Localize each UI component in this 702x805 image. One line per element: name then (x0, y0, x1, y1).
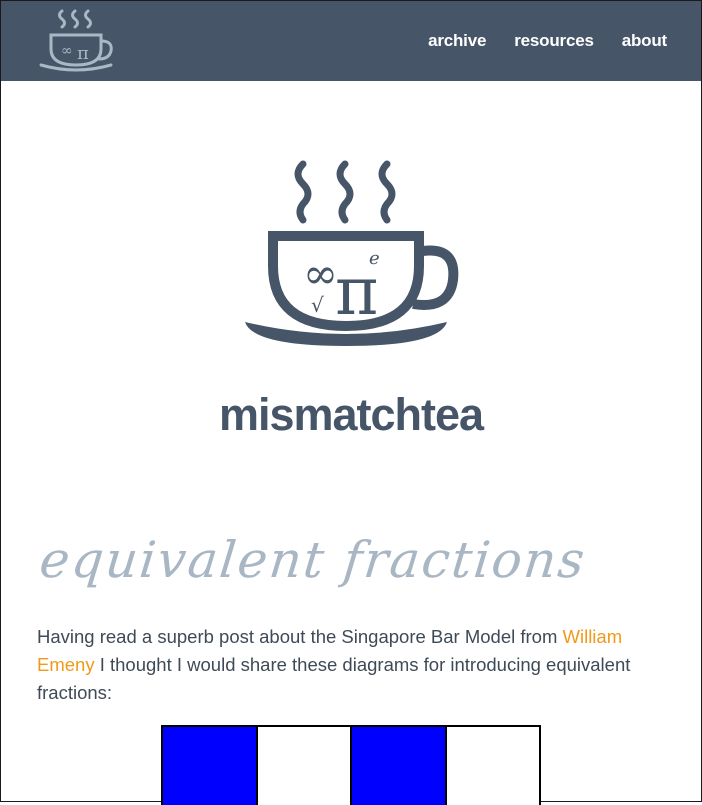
svg-text:∞: ∞ (303, 249, 338, 298)
teacup-logo-icon: ∞ π (39, 9, 113, 72)
nav-resources-link[interactable]: resources (514, 31, 594, 51)
post-intro-paragraph: Having read a superb post about the Sing… (37, 623, 667, 707)
shaded-fraction-cell (352, 727, 447, 805)
nav-about-link[interactable]: about (622, 31, 667, 51)
svg-text:√: √ (311, 293, 324, 317)
shaded-fraction-cell (163, 727, 258, 805)
fraction-bar-diagram (161, 725, 541, 805)
site-title: mismatchtea (218, 389, 484, 440)
intro-text-start: Having read a superb post about the Sing… (37, 626, 563, 647)
main-nav: archive resources about (428, 31, 667, 51)
empty-fraction-cell (446, 727, 539, 805)
svg-text:∞: ∞ (61, 43, 73, 59)
svg-text:π: π (77, 43, 89, 64)
svg-text:e: e (369, 248, 380, 269)
nav-archive-link[interactable]: archive (428, 31, 486, 51)
post-title: equivalent fractions (37, 531, 589, 589)
intro-text-end: I thought I would share these diagrams f… (37, 654, 631, 703)
teacup-logo-icon: ∞ π e √ (245, 160, 459, 346)
top-navigation-bar: ∞ π archive resources about (1, 1, 701, 81)
empty-fraction-cell (257, 727, 352, 805)
